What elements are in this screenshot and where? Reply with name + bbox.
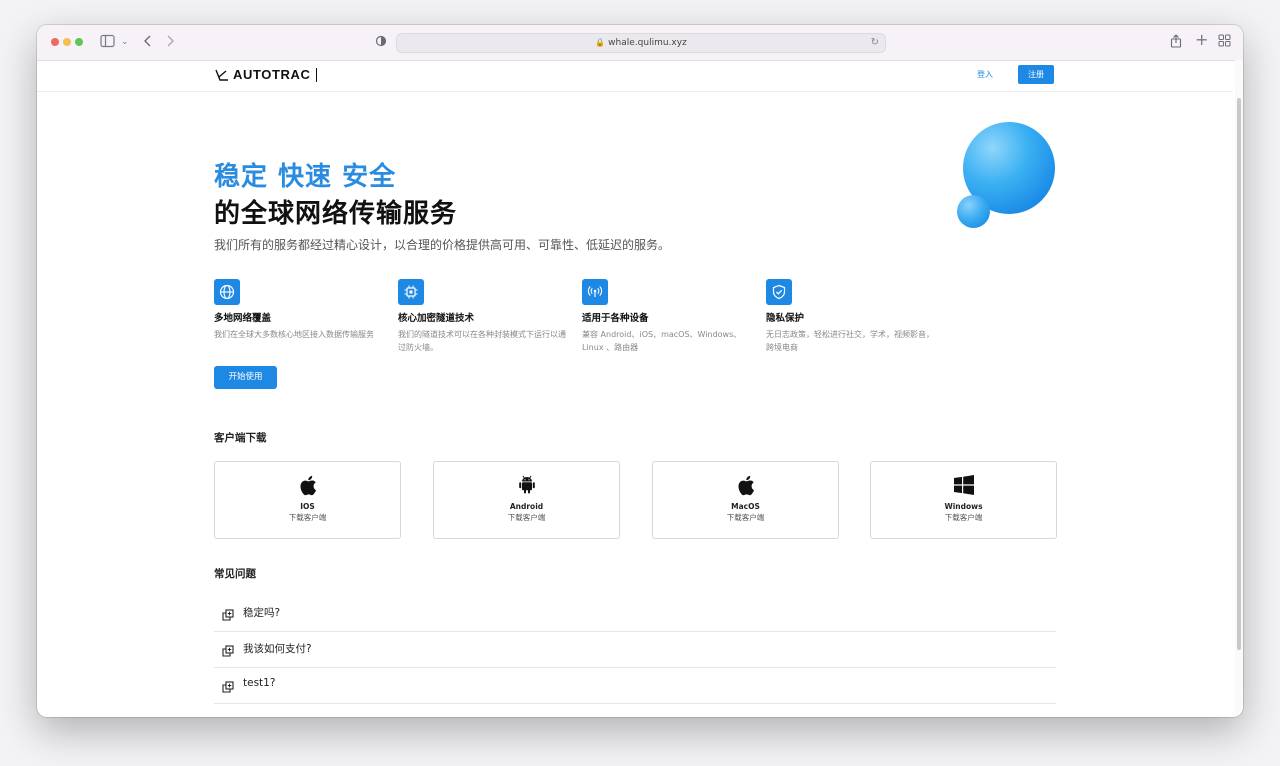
download-card-sub: 下载客户端	[726, 513, 765, 522]
logo-mark-icon	[215, 69, 228, 81]
feature-title: 适用于各种设备	[582, 313, 649, 324]
hero-headline-accent: 稳定 快速 安全	[214, 162, 397, 192]
faq-item[interactable]: test1?	[214, 667, 1056, 704]
faq-item[interactable]: 稳定吗?	[214, 595, 1056, 632]
forward-arrow-icon[interactable]	[165, 34, 175, 52]
logo-text: AUTOTRAC	[233, 67, 311, 82]
download-card-name: Android	[509, 502, 544, 511]
feature-device-support: 适用于各种设备 兼容 Android、iOS、macOS、Windows、Lin…	[582, 279, 752, 354]
text-caret	[315, 67, 317, 82]
android-icon	[516, 474, 538, 496]
site-logo[interactable]: AUTOTRAC	[215, 67, 317, 82]
broadcast-icon	[582, 279, 608, 305]
back-arrow-icon[interactable]	[143, 34, 153, 52]
feature-desc: 兼容 Android、iOS、macOS、Windows、Linux 、路由器	[582, 330, 742, 352]
zoom-window-button[interactable]	[75, 38, 83, 46]
faq-section-title: 常见问题	[214, 568, 256, 580]
download-card-ios[interactable]: IOS 下载客户端	[214, 461, 401, 539]
address-url: whale.qulimu.xyz	[608, 38, 687, 48]
share-icon[interactable]	[1170, 34, 1182, 52]
feature-desc: 无日志政策，轻松进行社交，学术，视频影音，跨境电商	[766, 330, 934, 352]
download-card-macos[interactable]: MacOS 下载客户端	[652, 461, 839, 539]
feature-title: 隐私保护	[766, 313, 805, 324]
login-link[interactable]: 登入	[977, 69, 993, 80]
privacy-shield-icon[interactable]	[375, 34, 387, 52]
chip-icon	[398, 279, 424, 305]
download-card-sub: 下载客户端	[507, 513, 546, 522]
hero-sphere-small	[957, 195, 990, 228]
faq-question: 稳定吗?	[243, 607, 281, 619]
faq-question: 我该如何支付?	[243, 643, 312, 655]
feature-title: 多地网络覆盖	[214, 313, 272, 324]
globe-icon	[214, 279, 240, 305]
apple-icon	[297, 474, 319, 496]
download-card-android[interactable]: Android 下载客户端	[433, 461, 620, 539]
faq-expand-icon	[222, 606, 234, 625]
download-card-name: Windows	[944, 502, 983, 511]
close-window-button[interactable]	[51, 38, 59, 46]
feature-title: 核心加密隧道技术	[398, 313, 475, 324]
feature-privacy: 隐私保护 无日志政策，轻松进行社交，学术，视频影音，跨境电商	[766, 279, 936, 354]
address-bar[interactable]: 🔒 whale.qulimu.xyz ↻	[396, 33, 886, 53]
feature-desc: 我们在全球大多数核心地区接入数据传输服务	[214, 330, 374, 339]
site-header: AUTOTRAC 登入 注册	[37, 61, 1233, 92]
new-tab-plus-icon[interactable]: +	[1195, 32, 1208, 48]
download-card-windows[interactable]: Windows 下载客户端	[870, 461, 1057, 539]
minimize-window-button[interactable]	[63, 38, 71, 46]
faq-expand-icon	[222, 678, 234, 697]
feature-encrypted-tunnel: 核心加密隧道技术 我们的隧道技术可以在各种封装模式下运行以通过防火墙。	[398, 279, 568, 354]
tab-overview-icon[interactable]	[1218, 34, 1231, 51]
get-started-button[interactable]: 开始使用	[214, 366, 277, 389]
sidebar-toggle-icon[interactable]	[100, 34, 116, 52]
apple-icon	[735, 474, 757, 496]
hero-subtitle: 我们所有的服务都经过精心设计，以合理的价格提供高可用、可靠性、低延迟的服务。	[214, 238, 671, 252]
scrollbar-thumb[interactable]	[1237, 98, 1241, 650]
register-button[interactable]: 注册	[1018, 65, 1054, 84]
download-card-sub: 下载客户端	[288, 513, 327, 522]
faq-expand-icon	[222, 642, 234, 661]
shield-icon	[766, 279, 792, 305]
hero-headline: 的全球网络传输服务	[214, 199, 458, 229]
faq-question: test1?	[243, 677, 276, 689]
faq-item-partial[interactable]	[214, 703, 1056, 717]
faq-expand-icon	[222, 714, 234, 717]
download-card-sub: 下载客户端	[944, 513, 983, 522]
downloads-section-title: 客户端下载	[214, 432, 267, 444]
download-card-name: IOS	[300, 502, 315, 511]
browser-toolbar: ⌄ 🔒 whale.qulimu.xyz ↻ +	[37, 25, 1243, 61]
windows-icon	[953, 474, 975, 496]
faq-item[interactable]: 我该如何支付?	[214, 631, 1056, 668]
lock-icon: 🔒	[595, 38, 606, 47]
browser-window: ⌄ 🔒 whale.qulimu.xyz ↻ + AUTOTRAC 登入 注册 …	[37, 25, 1243, 717]
feature-network-coverage: 多地网络覆盖 我们在全球大多数核心地区接入数据传输服务	[214, 279, 384, 341]
download-card-name: MacOS	[731, 502, 760, 511]
feature-desc: 我们的隧道技术可以在各种封装模式下运行以通过防火墙。	[398, 330, 566, 352]
page-scrollbar[interactable]	[1235, 60, 1243, 717]
reload-icon[interactable]: ↻	[871, 34, 879, 52]
chevron-down-icon[interactable]: ⌄	[121, 34, 129, 50]
